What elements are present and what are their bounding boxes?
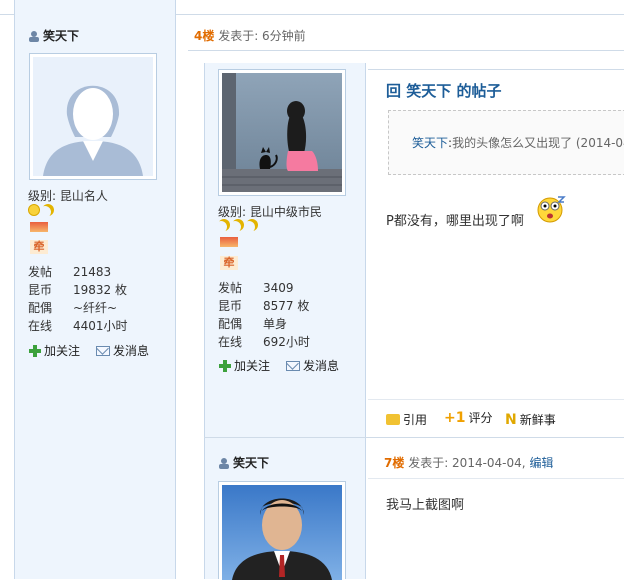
avatar[interactable] bbox=[218, 481, 346, 580]
moon-icon bbox=[218, 219, 230, 231]
quote-action[interactable]: 引用 bbox=[386, 411, 427, 428]
stat-posts: 发帖 3409 bbox=[218, 281, 294, 295]
news-icon: N bbox=[505, 411, 517, 428]
header-divider bbox=[368, 478, 624, 479]
follow-button[interactable]: 加关注 bbox=[29, 342, 80, 359]
quote-text: 我的头像怎么又出现了 (2014-04 bbox=[452, 136, 624, 150]
mail-icon bbox=[286, 360, 300, 371]
sun-icon bbox=[28, 204, 40, 216]
stat-online: 在线 692小时 bbox=[218, 335, 310, 349]
girl-cat-avatar-image bbox=[222, 73, 342, 192]
moon-icon bbox=[246, 219, 258, 231]
post-body: 我马上截图啊 bbox=[386, 498, 465, 513]
author-name[interactable]: 笑天下 bbox=[218, 454, 269, 471]
stat-coins: 昆币 19832 枚 bbox=[28, 283, 127, 297]
follow-button[interactable]: 加关注 bbox=[219, 357, 270, 374]
level-label: 级别: 昆山名人 bbox=[28, 189, 108, 203]
stat-online: 在线 4401小时 bbox=[28, 319, 128, 333]
stat-coins: 昆币 8577 枚 bbox=[218, 299, 310, 313]
news-action[interactable]: N 新鲜事 bbox=[505, 411, 556, 428]
post-header: 4楼 发表于: 6分钟前 bbox=[194, 27, 306, 44]
post-time: 发表于: 2014-04-04 bbox=[408, 456, 522, 470]
post-body: P都没有，哪里出现了啊 bbox=[386, 214, 524, 229]
default-avatar-image bbox=[33, 57, 153, 176]
message-button[interactable]: 发消息 bbox=[96, 342, 149, 359]
edit-link[interactable]: 编辑 bbox=[529, 456, 553, 470]
plus-icon bbox=[29, 344, 41, 357]
medal-bar-icon bbox=[30, 222, 48, 232]
content-top-divider bbox=[368, 69, 624, 70]
user-icon bbox=[218, 457, 230, 469]
medal-char: 牵 bbox=[220, 256, 238, 270]
reply-title[interactable]: 回 笑天下 的帖子 bbox=[386, 80, 501, 101]
medal-bar-icon bbox=[220, 237, 238, 247]
medal-char: 牵 bbox=[30, 240, 48, 254]
nested-level-label: 级别: 昆山中级市民 bbox=[218, 205, 322, 219]
post-time: 发表于: 6分钟前 bbox=[218, 29, 306, 43]
stat-posts: 发帖 21483 bbox=[28, 265, 112, 279]
actions-divider bbox=[368, 399, 624, 400]
nested-level-icons bbox=[218, 219, 258, 231]
quote-user[interactable]: 笑天下 bbox=[412, 136, 448, 150]
stat-spouse: 配偶 ~纤纤~ bbox=[28, 301, 118, 315]
message-button[interactable]: 发消息 bbox=[286, 357, 339, 374]
shocked-emoji-icon bbox=[536, 195, 566, 226]
floor-number[interactable]: 7楼 bbox=[384, 456, 404, 470]
plus-icon bbox=[219, 359, 231, 372]
moon-icon bbox=[42, 204, 54, 216]
header-divider bbox=[188, 50, 624, 51]
post-header: 7楼 发表于: 2014-04-04, 编辑 bbox=[384, 456, 554, 470]
stat-spouse: 配偶 单身 bbox=[218, 317, 288, 331]
floor-number[interactable]: 4楼 bbox=[194, 29, 214, 43]
nested-avatar[interactable] bbox=[218, 69, 346, 196]
quote-icon bbox=[386, 414, 400, 425]
quote-line: 笑天下:我的头像怎么又出现了 (2014-04 bbox=[412, 134, 624, 151]
avatar[interactable] bbox=[29, 53, 157, 180]
user-icon bbox=[28, 30, 40, 42]
author-name[interactable]: 笑天下 bbox=[28, 27, 79, 44]
mail-icon bbox=[96, 345, 110, 356]
moon-icon bbox=[232, 219, 244, 231]
level-icons bbox=[28, 204, 54, 216]
rate-action[interactable]: +1 评分 bbox=[444, 409, 493, 426]
rate-icon: +1 bbox=[444, 409, 466, 426]
portrait-avatar-image bbox=[222, 485, 342, 580]
